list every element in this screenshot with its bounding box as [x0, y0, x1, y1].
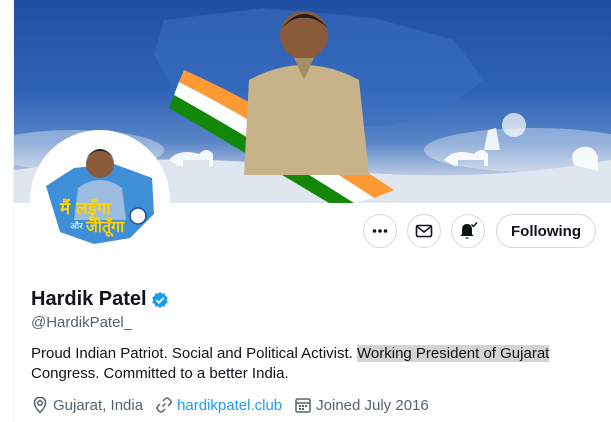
bell-icon [460, 222, 478, 239]
more-icon [372, 229, 388, 233]
link-icon [156, 397, 172, 413]
notifications-button[interactable] [451, 214, 485, 248]
avatar-illustration: मैं लड़ूँगा और जीतूँगा [34, 134, 166, 266]
bio-text-part1: Proud Indian Patriot. Social and Politic… [31, 345, 358, 362]
profile-name: Hardik Patel [31, 288, 147, 310]
profile-handle: @HardikPatel_ [31, 314, 133, 331]
location-item: Gujarat, India [31, 396, 143, 414]
following-button[interactable]: Following [496, 214, 596, 248]
mail-icon [415, 224, 433, 238]
location-text: Gujarat, India [53, 396, 144, 414]
profile-avatar[interactable]: मैं लड़ूँगा और जीतूँगा [30, 130, 170, 270]
location-pin-icon [33, 396, 47, 414]
profile-name-row: Hardik Patel [31, 288, 169, 311]
website-item[interactable]: hardikpatel.club [155, 396, 282, 414]
profile-meta: Gujarat, India hardikpatel.club Joined J… [31, 396, 441, 414]
avatar-slogan-line2: और [70, 220, 83, 232]
message-button[interactable] [407, 214, 441, 248]
bio-highlighted-text: Working President of Gujarat [357, 345, 550, 362]
bio-text-part2: Congress. Committed to a better India. [31, 365, 289, 382]
website-link[interactable]: hardikpatel.club [177, 397, 282, 414]
joined-text: Joined July 2016 [316, 396, 429, 414]
joined-item: Joined July 2016 [294, 396, 429, 414]
more-button[interactable] [363, 214, 397, 248]
calendar-icon [295, 398, 311, 413]
avatar-slogan-line3: जीतूँगा [85, 217, 125, 237]
profile-bio: Proud Indian Patriot. Social and Politic… [31, 344, 591, 384]
verified-badge-icon[interactable] [151, 291, 169, 309]
